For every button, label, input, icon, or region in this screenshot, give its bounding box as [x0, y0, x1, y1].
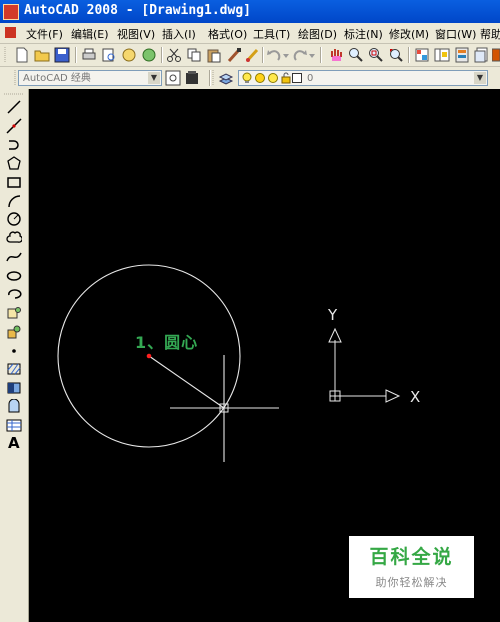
table-icon[interactable] — [6, 417, 22, 433]
multiline-text-icon[interactable]: A — [6, 434, 22, 450]
viewport-thaw-icon[interactable] — [267, 72, 279, 84]
toolbar-grip[interactable] — [4, 92, 24, 96]
zoom-realtime-icon[interactable] — [348, 47, 364, 63]
svg-text:A: A — [8, 434, 20, 450]
region-icon[interactable] — [6, 399, 22, 415]
pan-icon[interactable] — [328, 47, 344, 63]
menu-bar: 文件(F) 编辑(E) 视图(V) 插入(I) 格式(O) 工具(T) 绘图(D… — [0, 23, 500, 44]
menu-file[interactable]: 文件(F) — [26, 26, 63, 42]
toolbar-grip[interactable] — [13, 70, 17, 86]
zoom-window-icon[interactable] — [368, 47, 384, 63]
rectangle-icon[interactable] — [6, 174, 22, 190]
toolbar-grip[interactable] — [211, 70, 215, 86]
redo-icon[interactable] — [292, 47, 308, 63]
menu-edit[interactable]: 编辑(E) — [71, 26, 109, 42]
polyline-icon[interactable] — [6, 136, 22, 152]
workspace-select[interactable]: AutoCAD 经典 ▼ — [18, 70, 162, 86]
menu-window[interactable]: 窗口(W) — [435, 26, 476, 42]
watermark: 百科全说 助你轻松解决 — [349, 536, 474, 598]
workspace-select-value: AutoCAD 经典 — [23, 73, 91, 84]
layer-properties-manager-icon[interactable] — [218, 70, 234, 86]
plot-icon[interactable] — [81, 47, 97, 63]
my-workspace-icon[interactable] — [184, 70, 200, 86]
document-menu-icon[interactable] — [5, 27, 16, 38]
layer-color-swatch-icon[interactable] — [292, 73, 302, 83]
separator — [320, 47, 322, 63]
design-center-icon[interactable] — [434, 47, 450, 63]
chevron-down-icon[interactable]: ▼ — [474, 72, 486, 84]
separator — [75, 47, 77, 63]
menu-tools[interactable]: 工具(T) — [253, 26, 290, 42]
circle-icon[interactable] — [6, 211, 22, 227]
new-file-icon[interactable] — [14, 47, 30, 63]
workspace-layer-toolbar: AutoCAD 经典 ▼ 0 ▼ — [0, 67, 500, 90]
crosshair-cursor — [170, 355, 279, 462]
redo-dropdown-icon[interactable] — [309, 54, 315, 58]
open-folder-icon[interactable] — [34, 47, 50, 63]
watermark-title: 百科全说 — [369, 546, 454, 568]
title-bar: AutoCAD 2008 - [Drawing1.dwg] — [0, 0, 500, 23]
ucs-y-label: Y — [327, 306, 338, 324]
cut-icon[interactable] — [166, 47, 182, 63]
zoom-previous-icon[interactable] — [388, 47, 404, 63]
match-properties-icon[interactable] — [226, 47, 242, 63]
arc-icon[interactable] — [6, 193, 22, 209]
menu-view[interactable]: 视图(V) — [117, 26, 155, 42]
menu-dimension[interactable]: 标注(N) — [344, 26, 383, 42]
make-block-icon[interactable] — [6, 324, 22, 340]
draw-toolbar: A — [0, 89, 29, 622]
revision-cloud-icon[interactable] — [6, 230, 22, 246]
chevron-down-icon[interactable]: ▼ — [148, 72, 160, 84]
watermark-subtitle: 助你轻松解决 — [375, 576, 448, 589]
plot-preview-icon[interactable] — [101, 47, 117, 63]
tool-palettes-icon[interactable] — [454, 47, 470, 63]
menu-help[interactable]: 帮助 — [480, 26, 500, 42]
standard-toolbar — [0, 44, 500, 67]
polygon-icon[interactable] — [6, 155, 22, 171]
layer-name: 0 — [307, 73, 314, 84]
point-icon[interactable] — [6, 343, 22, 359]
unlock-icon[interactable] — [280, 72, 292, 84]
circle-center-point — [146, 353, 152, 359]
menu-insert[interactable]: 插入(I) — [162, 26, 196, 42]
ucs-icon — [328, 327, 401, 403]
separator — [262, 47, 264, 63]
construction-line-icon[interactable] — [6, 118, 22, 134]
line-icon[interactable] — [6, 99, 22, 115]
menu-modify[interactable]: 修改(M) — [389, 26, 429, 42]
center-point-annotation: 1、圆心 — [135, 333, 198, 352]
undo-icon[interactable] — [266, 47, 282, 63]
publish-icon[interactable] — [121, 47, 137, 63]
markup-icon[interactable] — [492, 47, 500, 63]
separator — [161, 47, 163, 63]
separator — [408, 47, 410, 63]
sheet-set-manager-icon[interactable] — [474, 47, 490, 63]
sun-thaw-icon[interactable] — [254, 72, 266, 84]
copy-icon[interactable] — [186, 47, 202, 63]
gradient-icon[interactable] — [6, 380, 22, 396]
lightbulb-on-icon[interactable] — [241, 72, 253, 84]
menu-draw[interactable]: 绘图(D) — [298, 26, 337, 42]
3d-dwf-icon[interactable] — [141, 47, 157, 63]
autocad-app-icon[interactable] — [3, 4, 19, 20]
workspace-settings-icon[interactable] — [165, 70, 181, 86]
toolbar-grip[interactable] — [3, 47, 7, 63]
undo-dropdown-icon[interactable] — [283, 54, 289, 58]
insert-block-icon[interactable] — [6, 305, 22, 321]
block-editor-icon[interactable] — [244, 47, 260, 63]
save-icon[interactable] — [54, 47, 70, 63]
layer-select[interactable]: 0 ▼ — [238, 70, 488, 86]
radius-rubber-band-line — [148, 355, 225, 409]
paste-icon[interactable] — [206, 47, 222, 63]
spline-icon[interactable] — [6, 249, 22, 265]
properties-icon[interactable] — [414, 47, 430, 63]
window-title: AutoCAD 2008 - [Drawing1.dwg] — [24, 3, 251, 18]
ellipse-icon[interactable] — [6, 268, 22, 284]
ucs-x-label: X — [410, 388, 420, 406]
hatch-icon[interactable] — [6, 361, 22, 377]
menu-format[interactable]: 格式(O) — [208, 26, 247, 42]
ellipse-arc-icon[interactable] — [6, 286, 22, 302]
